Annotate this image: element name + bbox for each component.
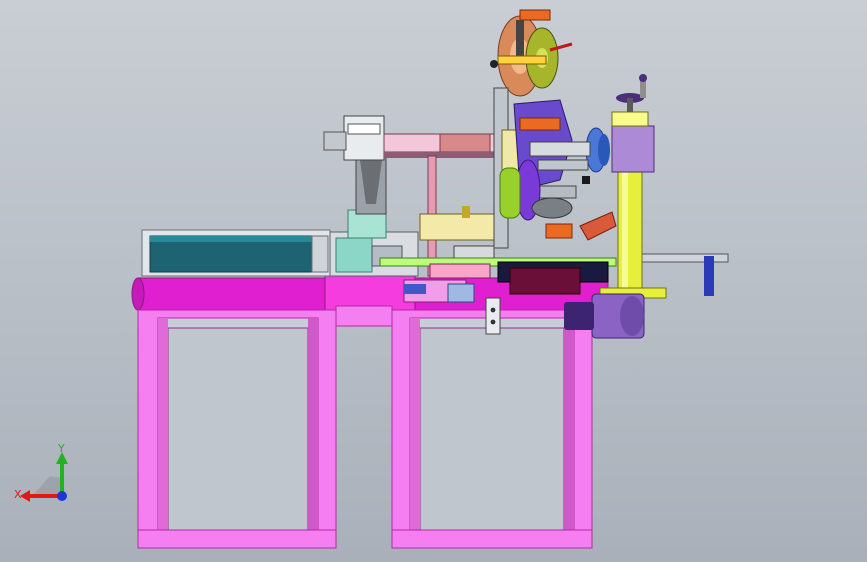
cad-viewport[interactable]: Y X xyxy=(0,0,867,562)
material-tank xyxy=(141,229,331,277)
assembly-drawing[interactable]: Y X xyxy=(0,0,867,562)
winding-head xyxy=(490,9,617,249)
feeder-assembly xyxy=(323,115,501,277)
machine-base-frame xyxy=(131,275,609,549)
z-axis-dot xyxy=(57,491,67,501)
x-axis-label: X xyxy=(14,488,22,501)
y-axis-label: Y xyxy=(57,442,65,455)
clamp-block xyxy=(485,297,501,335)
axis-triad: Y X xyxy=(14,442,68,502)
